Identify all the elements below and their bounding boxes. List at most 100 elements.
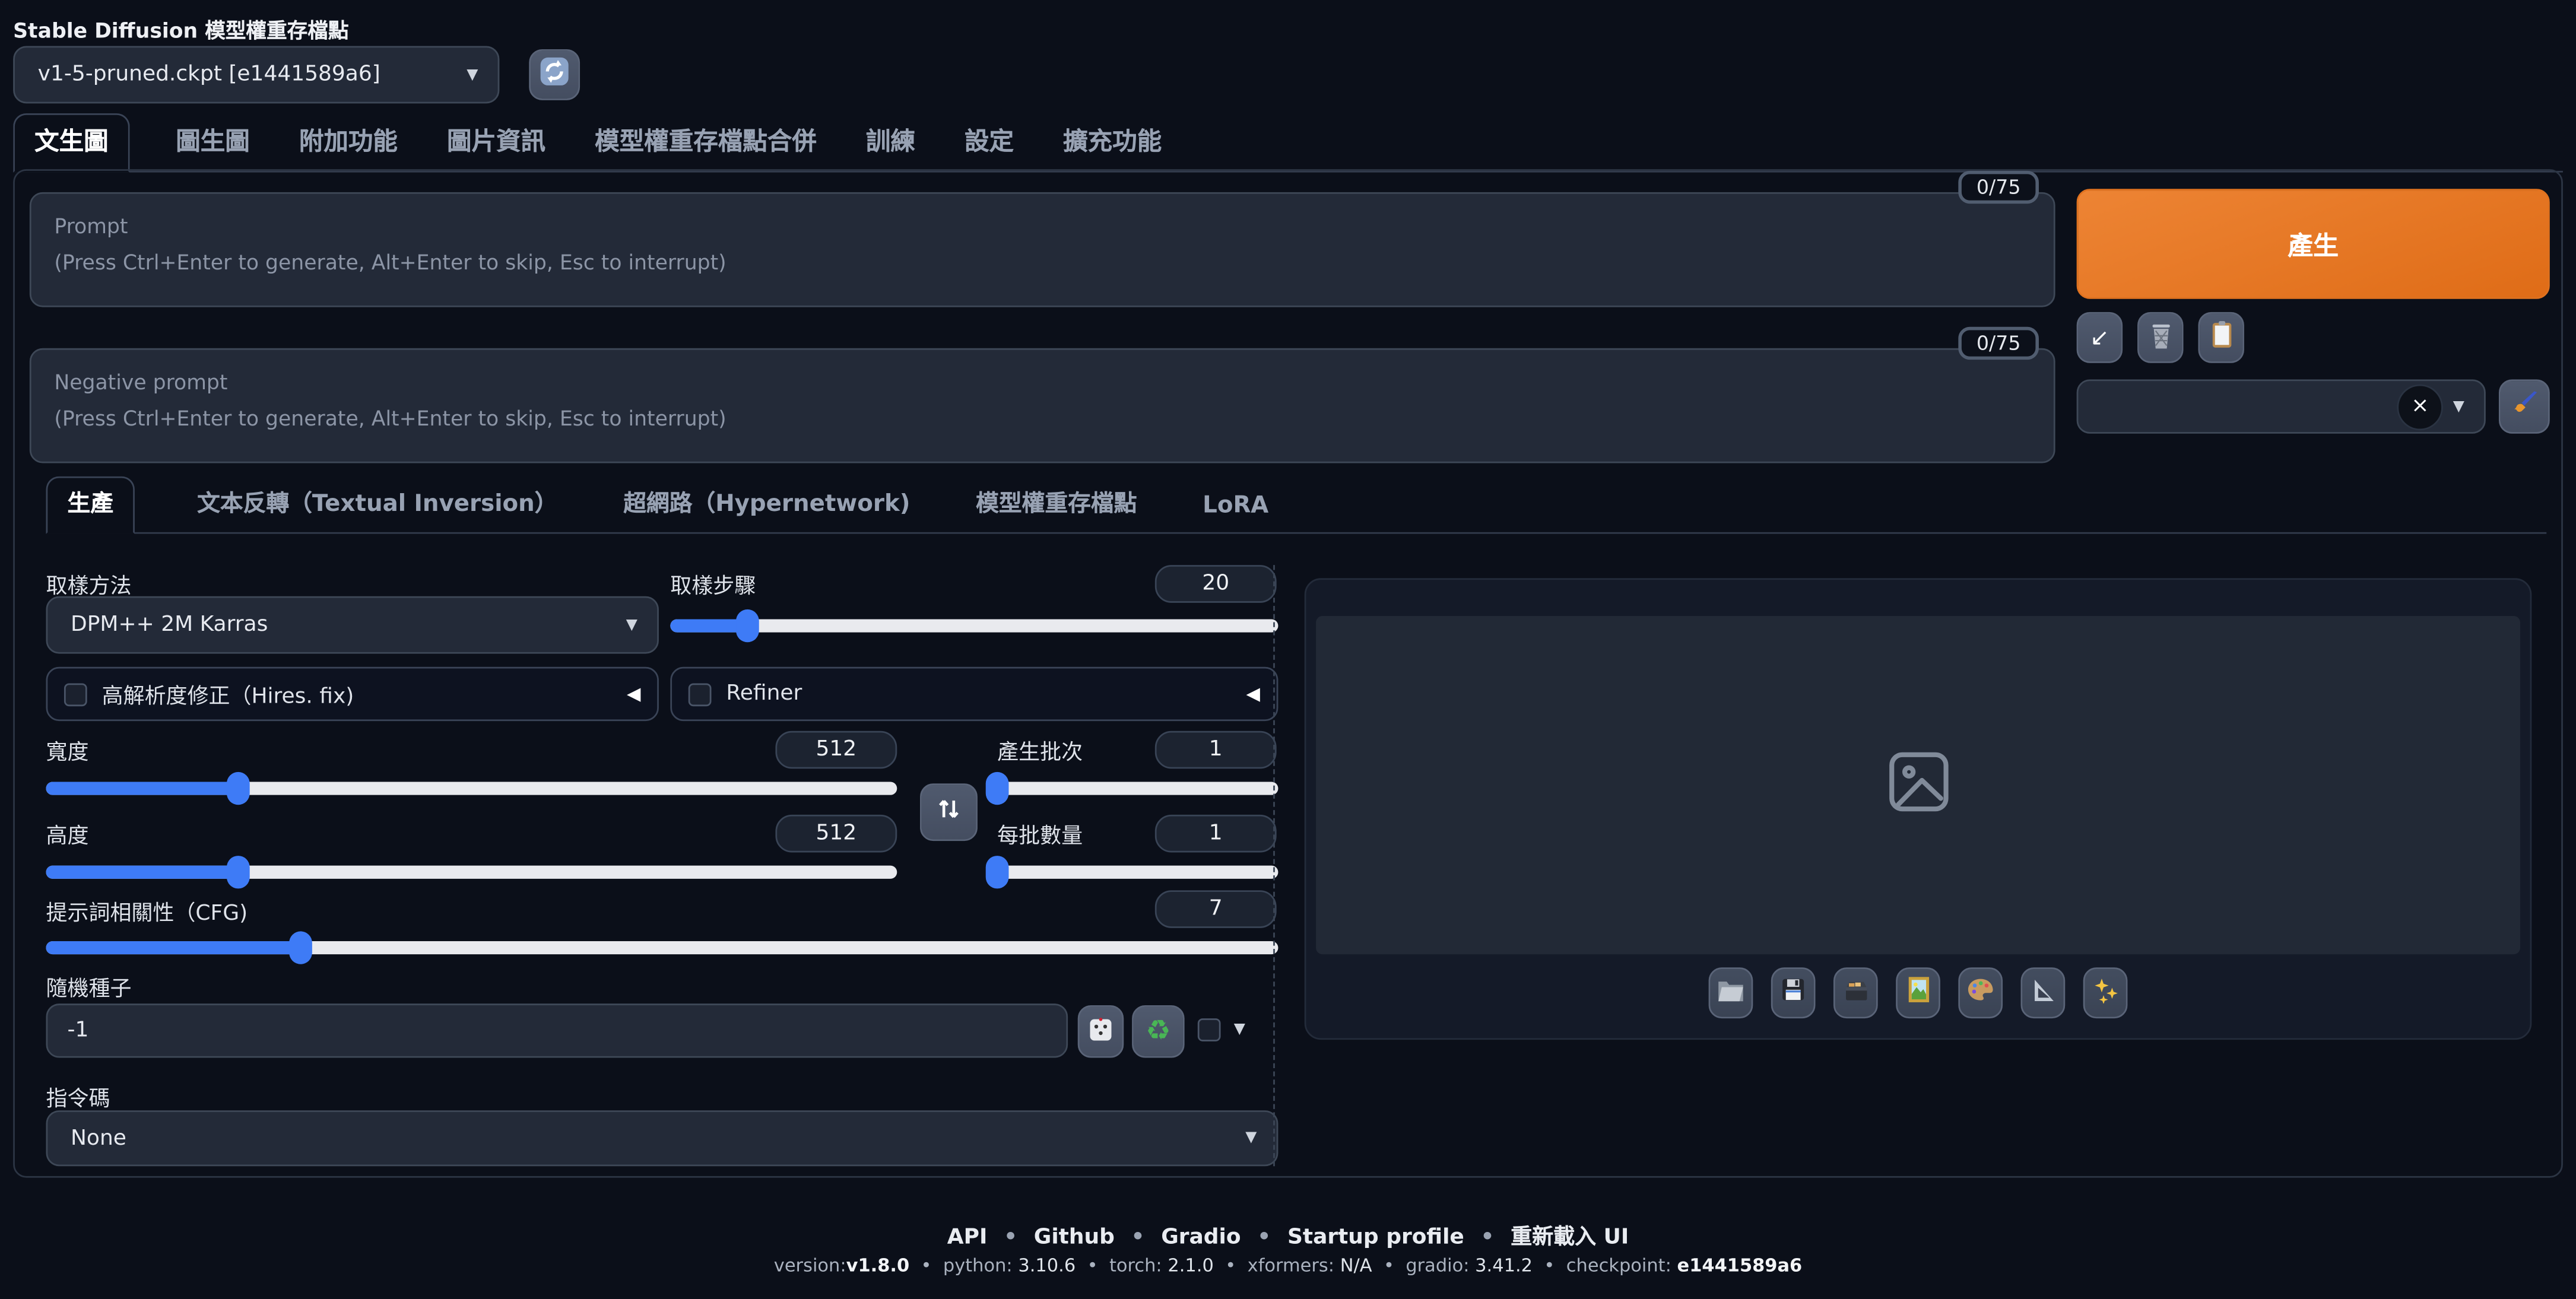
gradio-label: gradio:	[1406, 1255, 1475, 1276]
tab-lora[interactable]: LoRA	[1200, 485, 1272, 532]
paste-generation-params-button[interactable]: ↙	[2077, 312, 2123, 363]
separator-dot: •	[1131, 1225, 1145, 1250]
seed-label: 隨機種子	[46, 971, 132, 1002]
swap-dimensions-button[interactable]	[920, 783, 978, 841]
batch-count-slider[interactable]	[997, 772, 1278, 805]
xformers-value: N/A	[1340, 1255, 1372, 1276]
tab-settings[interactable]: 設定	[961, 115, 1017, 171]
footer-link-startup-profile[interactable]: Startup profile	[1287, 1225, 1464, 1250]
separator-dot: •	[1384, 1255, 1394, 1276]
prompt-input[interactable]	[30, 192, 2055, 307]
width-label: 寬度	[46, 734, 89, 766]
cfg-value[interactable]: 7	[1155, 890, 1277, 928]
send-to-img2img-button[interactable]	[1896, 967, 1940, 1018]
script-label: 指令碼	[46, 1081, 110, 1112]
version-label: version:	[774, 1255, 846, 1276]
styles-dropdown[interactable]: × ▼	[2077, 379, 2486, 433]
steps-label: 取樣步驟	[670, 568, 756, 600]
random-seed-button[interactable]	[1078, 1005, 1124, 1058]
footer-link-api[interactable]: API	[947, 1225, 988, 1250]
dice-icon	[1087, 1015, 1113, 1048]
output-image-area[interactable]	[1316, 616, 2520, 954]
clear-prompt-button[interactable]	[2137, 312, 2184, 363]
output-gallery	[1305, 578, 2532, 1040]
palette-icon	[1966, 977, 1994, 1009]
torch-value: 2.1.0	[1168, 1255, 1214, 1276]
seed-extra-arrow-icon[interactable]: ▼	[1234, 1022, 1245, 1038]
send-to-inpaint-button[interactable]	[1958, 967, 2003, 1018]
clear-styles-icon[interactable]: ×	[2397, 383, 2444, 430]
width-value[interactable]: 512	[775, 731, 897, 769]
torch-label: torch:	[1109, 1255, 1168, 1276]
checkpoint-dropdown[interactable]: v1-5-pruned.ckpt [e1441589a6] ▼	[13, 46, 499, 104]
txt2img-panel: 0/75 0/75 產生 ↙	[13, 169, 2563, 1177]
seed-extra-checkbox[interactable]	[1198, 1018, 1221, 1041]
separator-dot: •	[1257, 1225, 1271, 1250]
cfg-slider[interactable]	[46, 931, 1279, 964]
chevron-down-icon: ▼	[1245, 1130, 1276, 1146]
separator-dot: •	[1481, 1225, 1495, 1250]
footer-link-gradio[interactable]: Gradio	[1161, 1225, 1241, 1250]
tab-checkpoint-merger[interactable]: 模型權重存檔點合併	[592, 115, 820, 171]
batch-size-value[interactable]: 1	[1155, 815, 1277, 853]
separator-dot: •	[1004, 1225, 1017, 1250]
footer-version-info: version:v1.8.0•python: 3.10.6•torch: 2.1…	[0, 1255, 2576, 1276]
action-column: 產生 ↙ ×	[2077, 189, 2550, 433]
refresh-icon	[539, 56, 570, 94]
batch-count-label: 產生批次	[997, 734, 1083, 766]
tab-img2img[interactable]: 圖生圖	[173, 115, 253, 171]
refresh-checkpoint-button[interactable]	[529, 49, 580, 100]
separator-dot: •	[1087, 1255, 1098, 1276]
footer-link-github[interactable]: Github	[1034, 1225, 1115, 1250]
tab-checkpoints[interactable]: 模型權重存檔點	[973, 478, 1140, 532]
reuse-seed-button[interactable]: ♻	[1132, 1005, 1185, 1058]
tab-generation[interactable]: 生產	[46, 477, 135, 534]
height-slider[interactable]	[46, 856, 897, 888]
edit-styles-button[interactable]	[2499, 379, 2550, 433]
main-tab-bar: 文生圖 圖生圖 附加功能 圖片資訊 模型權重存檔點合併 訓練 設定 擴充功能	[13, 130, 2563, 173]
apply-styles-button[interactable]	[2198, 312, 2244, 363]
tab-textual-inversion[interactable]: 文本反轉（Textual Inversion）	[194, 478, 561, 532]
generate-button[interactable]: 產生	[2077, 189, 2550, 298]
refiner-checkbox[interactable]	[689, 682, 712, 706]
batch-size-label: 每批數量	[997, 818, 1083, 849]
archive-box-icon	[1842, 977, 1868, 1009]
negative-prompt-token-counter: 0/75	[1958, 327, 2038, 360]
refiner-panel[interactable]: Refiner ◀	[670, 667, 1278, 721]
tab-png-info[interactable]: 圖片資訊	[443, 115, 548, 171]
tab-txt2img[interactable]: 文生圖	[13, 113, 130, 173]
batch-count-value[interactable]: 1	[1155, 731, 1277, 769]
generation-settings: 取樣方法 取樣步驟 20 DPM++ 2M Karras ▼ 高解析度修正（Hi…	[46, 555, 1279, 1180]
seed-input[interactable]: -1	[46, 1003, 1068, 1057]
image-placeholder-icon	[1882, 746, 1955, 825]
send-to-extras-button[interactable]	[2021, 967, 2066, 1018]
prompt-token-counter: 0/75	[1958, 171, 2038, 204]
ruler-icon	[2031, 977, 2055, 1009]
save-image-button[interactable]	[1771, 967, 1816, 1018]
script-value: None	[47, 1126, 1245, 1151]
steps-value[interactable]: 20	[1155, 565, 1277, 603]
checkpoint-value: v1-5-pruned.ckpt [e1441589a6]	[15, 62, 467, 87]
sampler-dropdown[interactable]: DPM++ 2M Karras ▼	[46, 596, 659, 654]
height-value[interactable]: 512	[775, 815, 897, 853]
app-root: Stable Diffusion 模型權重存檔點 v1-5-pruned.ckp…	[0, 0, 2576, 1299]
hires-fix-checkbox[interactable]	[64, 682, 87, 706]
save-zip-button[interactable]	[1833, 967, 1878, 1018]
height-label: 高度	[46, 818, 89, 849]
width-slider[interactable]	[46, 772, 897, 805]
chevron-down-icon: ▼	[626, 617, 657, 633]
steps-slider[interactable]	[670, 609, 1278, 642]
separator-dot: •	[1544, 1255, 1555, 1276]
tab-extensions[interactable]: 擴充功能	[1060, 115, 1165, 171]
negative-prompt-input[interactable]	[30, 348, 2055, 463]
hires-fix-panel[interactable]: 高解析度修正（Hires. fix) ◀	[46, 667, 659, 721]
folder-icon	[1717, 977, 1744, 1009]
create-upscaled-button[interactable]	[2083, 967, 2128, 1018]
tab-hypernetwork[interactable]: 超網路（Hypernetwork)	[620, 478, 913, 532]
batch-size-slider[interactable]	[997, 856, 1278, 888]
footer-link-reload-ui[interactable]: 重新載入 UI	[1511, 1225, 1629, 1250]
open-folder-button[interactable]	[1709, 967, 1753, 1018]
tab-extras[interactable]: 附加功能	[296, 115, 401, 171]
tab-train[interactable]: 訓練	[862, 115, 918, 171]
script-dropdown[interactable]: None ▼	[46, 1110, 1279, 1166]
